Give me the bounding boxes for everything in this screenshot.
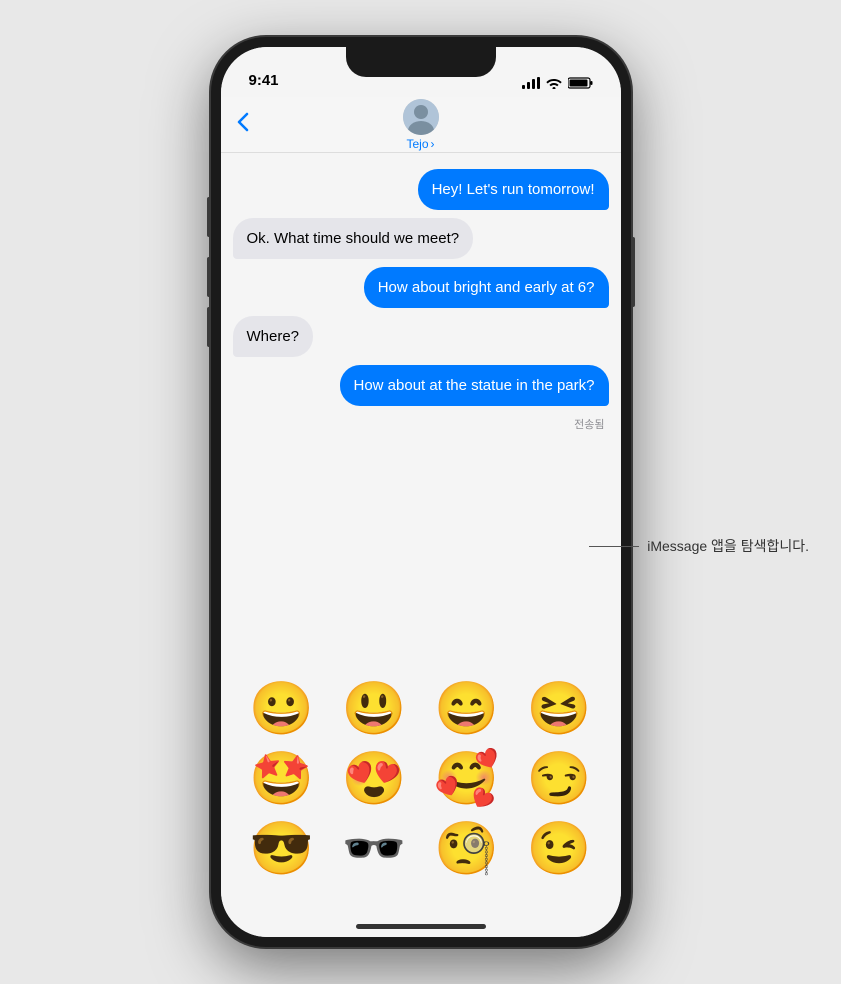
message-text: How about at the statue in the park? bbox=[354, 377, 595, 394]
emoji-item[interactable]: 😉 bbox=[522, 823, 597, 875]
emoji-item[interactable]: 🤩 bbox=[245, 753, 320, 805]
home-indicator bbox=[356, 924, 486, 929]
annotation-text: iMessage 앱을 탐색합니다. bbox=[647, 536, 809, 556]
status-icons bbox=[522, 77, 593, 89]
phone-frame: 9:41 bbox=[211, 37, 631, 947]
message-bubble: How about at the statue in the park? bbox=[340, 365, 609, 406]
emoji-item[interactable]: 🕶️ bbox=[337, 823, 412, 875]
message-row: Ok. What time should we meet? bbox=[233, 218, 609, 259]
scene: 9:41 bbox=[0, 0, 841, 984]
wifi-icon bbox=[546, 77, 562, 89]
signal-icon bbox=[522, 77, 540, 89]
messages-area: Hey! Let's run tomorrow! Ok. What time s… bbox=[221, 153, 621, 747]
emoji-item[interactable]: 🥰 bbox=[430, 753, 505, 805]
nav-bar: Tejo › bbox=[221, 97, 621, 153]
message-bubble: Ok. What time should we meet? bbox=[233, 218, 474, 259]
contact-header[interactable]: Tejo › bbox=[403, 99, 439, 151]
message-row: Hey! Let's run tomorrow! bbox=[233, 169, 609, 210]
message-text: Where? bbox=[247, 328, 300, 345]
message-row: How about at the statue in the park? bbox=[233, 365, 609, 406]
message-bubble: Where? bbox=[233, 316, 314, 357]
emoji-item[interactable]: 😀 bbox=[245, 683, 320, 735]
contact-name: Tejo bbox=[406, 137, 428, 151]
avatar bbox=[403, 99, 439, 135]
emoji-grid: 😀 😃 😄 😆 🤩 😍 🥰 😏 😎 🕶️ 🧐 😉 bbox=[221, 667, 621, 875]
notch bbox=[346, 47, 496, 77]
emoji-item[interactable]: 😍 bbox=[337, 753, 412, 805]
emoji-item[interactable]: 😏 bbox=[522, 753, 597, 805]
back-button[interactable] bbox=[237, 112, 249, 138]
status-time: 9:41 bbox=[249, 72, 279, 89]
delivered-label: 전송됨 bbox=[233, 416, 609, 432]
message-bubble: How about bright and early at 6? bbox=[364, 267, 609, 308]
emoji-item[interactable]: 😎 bbox=[245, 823, 320, 875]
emoji-item[interactable]: 😆 bbox=[522, 683, 597, 735]
emoji-panel: 😀 😃 😄 😆 🤩 😍 🥰 😏 😎 🕶️ 🧐 😉 bbox=[221, 667, 621, 937]
message-text: Ok. What time should we meet? bbox=[247, 230, 460, 247]
emoji-item[interactable]: 😃 bbox=[337, 683, 412, 735]
message-bubble: Hey! Let's run tomorrow! bbox=[418, 169, 609, 210]
battery-icon bbox=[568, 77, 593, 89]
contact-chevron: › bbox=[431, 137, 435, 151]
emoji-item[interactable]: 🧐 bbox=[430, 823, 505, 875]
emoji-item[interactable]: 😄 bbox=[430, 683, 505, 735]
screen: 9:41 bbox=[221, 47, 621, 937]
message-row: How about bright and early at 6? bbox=[233, 267, 609, 308]
message-text: Hey! Let's run tomorrow! bbox=[432, 181, 595, 198]
message-row: Where? bbox=[233, 316, 609, 357]
message-text: How about bright and early at 6? bbox=[378, 279, 595, 296]
annotation-callout: iMessage 앱을 탐색합니다. bbox=[638, 536, 809, 556]
